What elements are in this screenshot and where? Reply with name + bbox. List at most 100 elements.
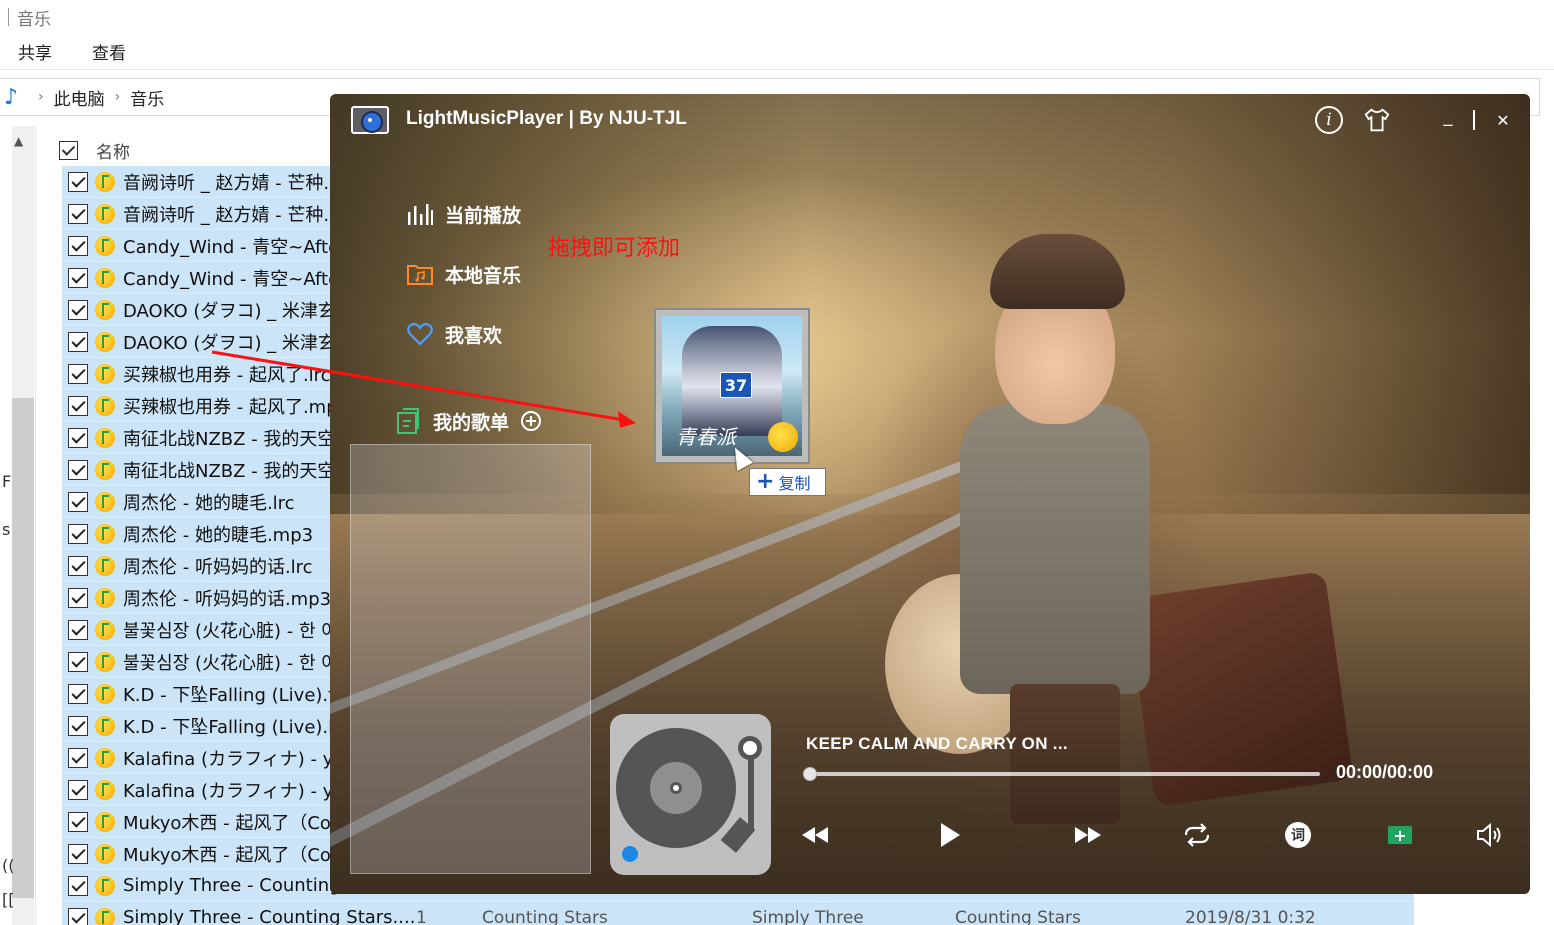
- file-checkbox[interactable]: [68, 203, 88, 224]
- music-file-icon: [95, 875, 115, 896]
- file-row[interactable]: Simply Three - Counting Stars.... 1 Counti…: [62, 902, 1414, 925]
- drag-preview-image: 37 青春派: [662, 316, 802, 456]
- file-checkbox[interactable]: [68, 683, 88, 704]
- breadcrumb-music[interactable]: 音乐: [130, 85, 164, 110]
- file-name: K.D - 下坠Falling (Live).lrc: [123, 716, 351, 738]
- nav-my-playlists-label: 我的歌单: [433, 411, 510, 434]
- file-checkbox[interactable]: [68, 363, 88, 384]
- file-name: 불꽃심장 (火花心脏) - 한 어: [123, 620, 338, 642]
- ribbon-tab-view[interactable]: 查看: [92, 39, 126, 64]
- file-checkbox[interactable]: [68, 459, 88, 480]
- file-checkbox[interactable]: [68, 715, 88, 736]
- file-checkbox[interactable]: [68, 651, 88, 672]
- add-playlist-icon[interactable]: [521, 411, 542, 431]
- file-checkbox[interactable]: [68, 523, 88, 544]
- file-name: 周杰伦 - 听妈妈的话.mp3: [123, 588, 332, 610]
- nav-text-fragment: ((: [2, 856, 15, 875]
- file-name: Simply Three - Counting: [123, 875, 341, 896]
- drag-preview-thumbnail: 37 青春派: [654, 308, 810, 464]
- file-checkbox[interactable]: [68, 747, 88, 768]
- chevron-right-icon[interactable]: ›: [38, 89, 44, 105]
- volume-icon[interactable]: [1473, 818, 1507, 852]
- file-checkbox[interactable]: [68, 779, 88, 800]
- music-file-icon: [95, 779, 115, 800]
- ribbon-tab-share[interactable]: 共享: [18, 39, 52, 64]
- nav-favorites[interactable]: 我喜欢: [406, 320, 502, 348]
- rewind-icon[interactable]: [798, 818, 832, 852]
- file-checkbox[interactable]: [68, 619, 88, 640]
- play-icon[interactable]: [933, 818, 967, 852]
- file-checkbox[interactable]: [68, 267, 88, 288]
- file-checkbox[interactable]: [68, 907, 88, 925]
- file-name: 南征北战NZBZ - 我的天空: [123, 460, 336, 482]
- file-name: Candy_Wind - 青空~After: [123, 268, 347, 290]
- lyric-button[interactable]: 词: [1285, 822, 1311, 848]
- chevron-right-icon[interactable]: ›: [115, 89, 121, 105]
- folder-music-icon: [406, 260, 434, 288]
- nav-my-playlists[interactable]: 我的歌单: [394, 407, 542, 435]
- file-checkbox[interactable]: [68, 555, 88, 576]
- music-file-icon: [95, 203, 115, 224]
- copy-tooltip: + 复制: [749, 468, 826, 496]
- file-name: 音阙诗听 _ 赵方婧 - 芒种.lrc: [123, 172, 352, 194]
- minimize-icon[interactable]: _: [1434, 102, 1462, 130]
- skin-shirt-icon[interactable]: [1363, 106, 1391, 134]
- info-icon[interactable]: i: [1315, 106, 1343, 134]
- shirt-icon: [1364, 108, 1390, 132]
- add-playlist-icon[interactable]: +: [1388, 826, 1412, 845]
- nav-now-playing[interactable]: 当前播放: [406, 200, 521, 228]
- file-name: 买辣椒也用券 - 起风了.mp3: [123, 396, 350, 418]
- nav-scrollbar-thumb[interactable]: [12, 398, 34, 898]
- turntable-album-art[interactable]: [610, 714, 771, 875]
- track-artist: Simply Three: [752, 907, 864, 925]
- file-checkbox[interactable]: [68, 299, 88, 320]
- close-icon[interactable]: ✕: [1489, 106, 1517, 134]
- file-checkbox[interactable]: [68, 171, 88, 192]
- music-file-icon: [95, 459, 115, 480]
- breadcrumb-this-pc[interactable]: 此电脑: [54, 85, 105, 110]
- music-file-icon: [95, 363, 115, 384]
- progress-bar[interactable]: [803, 767, 1320, 781]
- file-checkbox[interactable]: [68, 811, 88, 832]
- file-checkbox[interactable]: [68, 235, 88, 256]
- file-checkbox[interactable]: [68, 427, 88, 448]
- loop-icon[interactable]: [1180, 818, 1214, 852]
- drag-hint: 拖拽即可添加: [548, 236, 681, 261]
- title-bar-divider: [1473, 110, 1475, 130]
- file-checkbox[interactable]: [68, 587, 88, 608]
- file-checkbox[interactable]: [68, 395, 88, 416]
- fast-forward-icon[interactable]: [1071, 818, 1105, 852]
- music-file-icon: [95, 331, 115, 352]
- select-all-checkbox[interactable]: [59, 140, 78, 160]
- music-file-icon: [95, 651, 115, 672]
- file-name: Kalafina (カラフィナ) - yo: [123, 780, 345, 802]
- track-title: Counting Stars: [482, 907, 608, 925]
- column-header-name[interactable]: 名称: [96, 138, 130, 163]
- file-checkbox[interactable]: [68, 843, 88, 864]
- equalizer-icon: [406, 200, 434, 228]
- progress-knob[interactable]: [803, 767, 817, 781]
- nav-local-music[interactable]: 本地音乐: [406, 260, 521, 288]
- file-checkbox[interactable]: [68, 875, 88, 896]
- file-checkbox[interactable]: [68, 331, 88, 352]
- player-title-bar[interactable]: LightMusicPlayer | By NJU-TJL i _ ✕: [330, 94, 1530, 146]
- play-triangle: [940, 823, 960, 847]
- playlist-panel[interactable]: [350, 444, 591, 874]
- file-name: 买辣椒也用券 - 起风了.lrc: [123, 364, 331, 386]
- plus-icon: +: [756, 469, 775, 494]
- background-child-legs: [1010, 684, 1120, 824]
- file-name: 周杰伦 - 她的睫毛.mp3: [123, 524, 314, 546]
- file-name: Kalafina (カラフィナ) - yo: [123, 748, 345, 770]
- file-checkbox[interactable]: [68, 491, 88, 512]
- music-file-icon: [95, 811, 115, 832]
- background-child-body: [960, 404, 1150, 694]
- file-name: 音阙诗听 _ 赵方婧 - 芒种.lrc: [123, 204, 352, 226]
- heart-icon: [406, 320, 434, 348]
- scroll-up-icon[interactable]: ▲: [14, 134, 23, 148]
- music-file-icon: [95, 715, 115, 736]
- music-file-icon: [95, 299, 115, 320]
- status-led: [622, 846, 638, 862]
- app-logo-icon: [351, 106, 389, 134]
- file-name: DAOKO (ダヲコ) _ 米津玄: [123, 332, 336, 354]
- album-art-script: 青春派: [676, 425, 736, 449]
